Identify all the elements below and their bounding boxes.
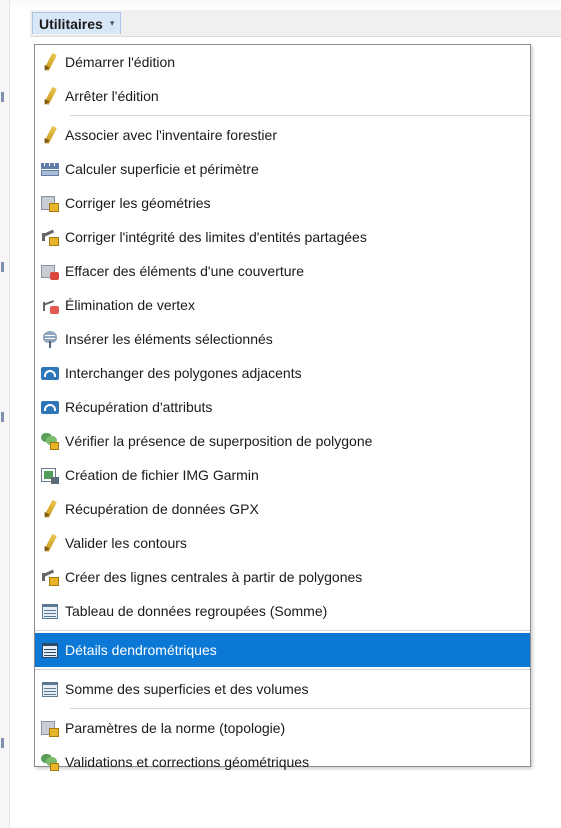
table-icon	[41, 641, 59, 659]
vertex-delete-icon	[41, 296, 59, 314]
menu-item-label: Paramètres de la norme (topologie)	[65, 720, 286, 736]
menu-item-associer-inventaire[interactable]: Associer avec l'inventaire forestier	[35, 118, 530, 152]
swap-polygons-icon	[41, 398, 59, 416]
menu-item-label: Démarrer l'édition	[65, 54, 176, 70]
menu-item-label: Élimination de vertex	[65, 297, 195, 313]
pencil-icon	[41, 53, 59, 71]
menu-item-parametres-norme[interactable]: Paramètres de la norme (topologie)	[35, 711, 530, 745]
panel-marker	[1, 738, 4, 748]
line-edit-icon	[41, 228, 59, 246]
menu-item-calculer-superficie[interactable]: Calculer superficie et périmètre	[35, 152, 530, 186]
line-edit-icon	[41, 568, 59, 586]
menu-item-recuperation-gpx[interactable]: Récupération de données GPX	[35, 492, 530, 526]
menu-item-label: Récupération de données GPX	[65, 501, 259, 517]
ruler-icon	[41, 160, 59, 178]
chevron-down-icon: ▾	[109, 18, 115, 28]
menu-item-effacer-elements[interactable]: Effacer des éléments d'une couverture	[35, 254, 530, 288]
menu-item-tableau-donnees[interactable]: Tableau de données regroupées (Somme)	[35, 594, 530, 628]
menu-item-recuperation-attributs[interactable]: Récupération d'attributs	[35, 390, 530, 424]
menu-item-elimination-vertex[interactable]: Élimination de vertex	[35, 288, 530, 322]
overlap-check-icon	[41, 432, 59, 450]
menu-item-valider-contours[interactable]: Valider les contours	[35, 526, 530, 560]
menu-item-interchanger-polygones[interactable]: Interchanger des polygones adjacents	[35, 356, 530, 390]
top-strip	[10, 0, 561, 6]
menu-item-label: Effacer des éléments d'une couverture	[65, 263, 304, 279]
table-icon	[41, 680, 59, 698]
pencil-icon	[41, 87, 59, 105]
menu-item-label: Récupération d'attributs	[65, 399, 213, 415]
menu-item-label: Arrêter l'édition	[65, 88, 159, 104]
panel-marker	[1, 92, 4, 102]
layer-edit-icon	[41, 194, 59, 212]
menu-item-label: Calculer superficie et périmètre	[65, 161, 259, 177]
tree-icon	[41, 330, 59, 348]
utilitaires-dropdown: Démarrer l'édition Arrêter l'édition Ass…	[34, 44, 531, 771]
menu-item-label: Associer avec l'inventaire forestier	[65, 127, 277, 143]
menu-item-label: Création de fichier IMG Garmin	[65, 467, 259, 483]
menu-item-label: Détails dendrométriques	[65, 642, 217, 658]
menu-item-arreter-edition[interactable]: Arrêter l'édition	[35, 79, 530, 113]
menu-item-label: Corriger les géométries	[65, 195, 211, 211]
menu-separator	[70, 115, 530, 116]
menu-item-corriger-geometries[interactable]: Corriger les géométries	[35, 186, 530, 220]
menu-item-somme-superficies[interactable]: Somme des superficies et des volumes	[35, 672, 530, 706]
menu-item-label: Tableau de données regroupées (Somme)	[65, 603, 328, 619]
layer-edit-icon	[41, 719, 59, 737]
menu-item-label: Valider les contours	[65, 535, 187, 551]
menu-item-label: Interchanger des polygones adjacents	[65, 365, 302, 381]
menu-item-creer-lignes-centrales[interactable]: Créer des lignes centrales à partir de p…	[35, 560, 530, 594]
menu-item-label: Somme des superficies et des volumes	[65, 681, 309, 697]
menu-item-inserer-elements[interactable]: Insérer les éléments sélectionnés	[35, 322, 530, 356]
menu-item-label: Vérifier la présence de superposition de…	[65, 433, 373, 449]
menu-item-creation-img-garmin[interactable]: Création de fichier IMG Garmin	[35, 458, 530, 492]
pencil-icon	[41, 500, 59, 518]
menu-bar: Utilitaires ▾	[30, 10, 561, 37]
swap-polygons-icon	[41, 364, 59, 382]
menu-title: Utilitaires	[39, 15, 103, 32]
utilitaires-menu-button[interactable]: Utilitaires ▾	[32, 12, 122, 34]
menu-item-demarrer-edition[interactable]: Démarrer l'édition	[35, 45, 530, 79]
menu-item-verifier-superposition[interactable]: Vérifier la présence de superposition de…	[35, 424, 530, 458]
menu-separator	[70, 708, 530, 709]
menu-item-details-dendrometriques[interactable]: Détails dendrométriques	[35, 633, 530, 667]
menu-item-label: Créer des lignes centrales à partir de p…	[65, 569, 363, 585]
menu-item-label: Insérer les éléments sélectionnés	[65, 331, 273, 347]
left-panel-edge	[0, 0, 10, 828]
pencil-icon	[41, 534, 59, 552]
menu-item-corriger-integrite[interactable]: Corriger l'intégrité des limites d'entit…	[35, 220, 530, 254]
panel-marker	[1, 412, 4, 422]
menu-separator	[35, 630, 530, 631]
garmin-image-icon	[41, 466, 59, 484]
panel-marker	[1, 262, 4, 272]
menu-item-validations-corrections[interactable]: Validations et corrections géométriques	[35, 745, 530, 779]
pencil-icon	[41, 126, 59, 144]
overlap-check-icon	[41, 753, 59, 771]
menu-item-label: Validations et corrections géométriques	[65, 754, 310, 770]
menu-item-label: Corriger l'intégrité des limites d'entit…	[65, 229, 367, 245]
menu-separator	[35, 669, 530, 670]
table-icon	[41, 602, 59, 620]
erase-layer-icon	[41, 262, 59, 280]
